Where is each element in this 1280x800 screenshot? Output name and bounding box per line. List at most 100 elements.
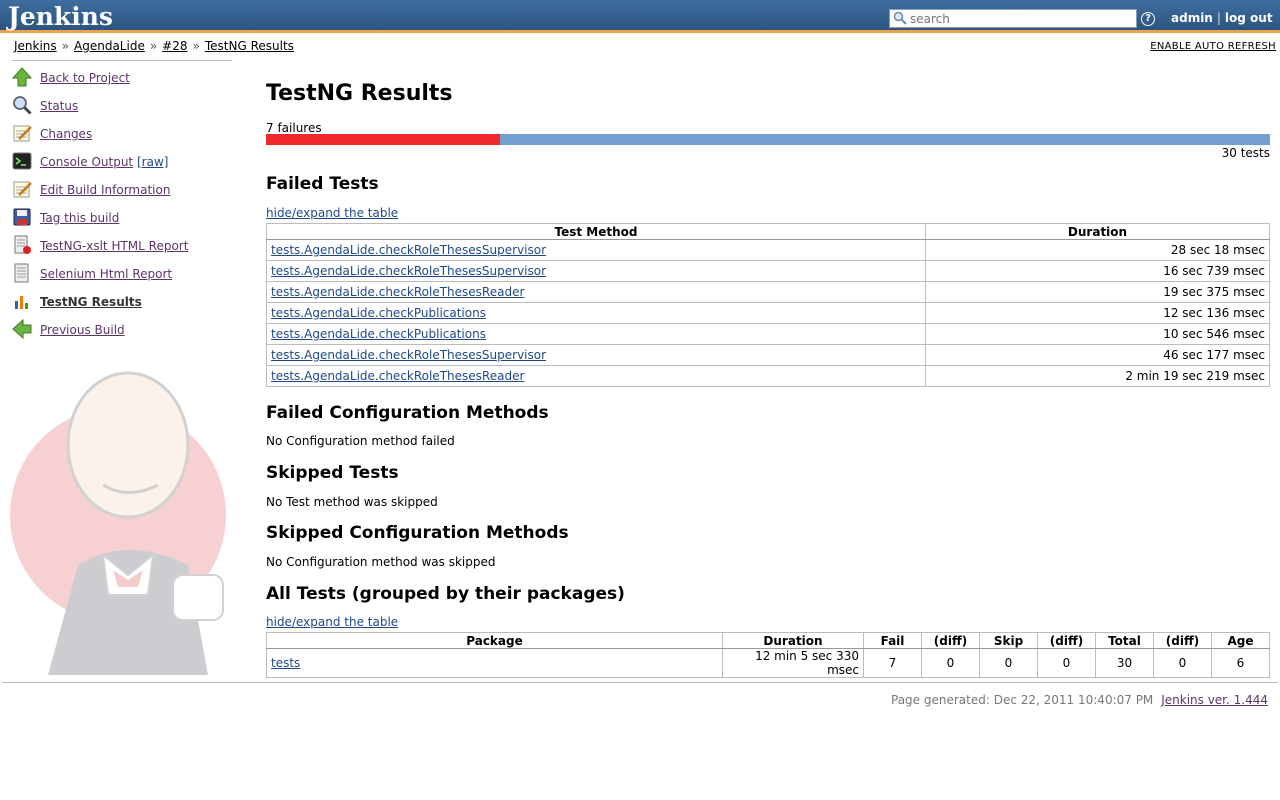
test-method-link[interactable]: tests.AgendaLide.checkRoleThesesReader [271,285,524,299]
toggle-packages-table-link[interactable]: hide/expand the table [266,615,398,629]
skipped-config-text: No Configuration method was skipped [266,555,496,569]
column-header: Duration [722,632,864,649]
sidebar-item-testng-xslt-html-report[interactable]: TestNG-xslt HTML Report [10,234,240,258]
all-tests-heading: All Tests (grouped by their packages) [266,584,625,604]
sidebar-item-label[interactable]: Edit Build Information [40,183,170,197]
sidebar-item-testng-results[interactable]: TestNG Results [10,290,240,314]
up-arrow-icon [12,67,32,87]
table-row: tests.AgendaLide.checkRoleThesesSupervis… [266,260,1270,282]
page-title: TestNG Results [266,81,453,106]
enable-auto-refresh-link[interactable]: ENABLE AUTO REFRESH [1150,41,1276,52]
test-method-cell: tests.AgendaLide.checkRoleThesesSupervis… [266,344,926,366]
breadcrumb-jenkins[interactable]: Jenkins [14,39,57,53]
user-link[interactable]: admin [1171,11,1213,25]
failed-tests-table: Test Method Duration tests.AgendaLide.ch… [266,223,1270,387]
breadcrumb-project[interactable]: AgendaLide [74,39,145,53]
duration-cell: 12 min 5 sec 330 msec [722,648,864,678]
test-method-cell: tests.AgendaLide.checkPublications [266,302,926,324]
sidebar-item-previous-build[interactable]: Previous Build [10,318,240,342]
sidebar-item-label[interactable]: TestNG Results [40,295,142,309]
sidebar-item-edit-build-information[interactable]: Edit Build Information [10,178,240,202]
sidebar-item-changes[interactable]: Changes [10,122,240,146]
jenkins-logo[interactable]: Jenkins [8,2,113,31]
test-result-bar [266,134,1270,145]
sidebar-item-label[interactable]: TestNG-xslt HTML Report [40,239,188,253]
logout-link[interactable]: log out [1225,11,1273,25]
table-row: tests.AgendaLide.checkPublications 10 sec… [266,323,1270,345]
jenkins-version-link[interactable]: Jenkins ver. 1.444 [1161,693,1268,707]
column-header: Test Method [266,223,926,240]
toggle-failed-table-link[interactable]: hide/expand the table [266,206,398,220]
test-method-cell: tests.AgendaLide.checkPublications [266,323,926,345]
test-method-link[interactable]: tests.AgendaLide.checkRoleThesesSupervis… [271,348,546,362]
table-row: tests.AgendaLide.checkPublications 12 sec… [266,302,1270,324]
breadcrumb-separator: » [192,39,200,53]
test-method-link[interactable]: tests.AgendaLide.checkRoleThesesReader [271,369,524,383]
table-row: tests.AgendaLide.checkRoleThesesReader 19… [266,281,1270,303]
jenkins-butler-icon [10,371,226,675]
notepad-icon [13,125,32,142]
search-box[interactable] [889,9,1137,28]
user-links: admin | log out [1171,11,1273,25]
fail-diff-cell: 0 [921,648,980,678]
failures-count: 7 failures [266,121,322,135]
age-cell: 6 [1211,648,1270,678]
sidebar-divider [12,60,232,61]
help-icon[interactable]: ? [1141,12,1155,26]
failed-portion [266,134,501,145]
notepad-icon [13,181,32,198]
sidebar-item-console-output[interactable]: Console Output [raw] [10,150,240,174]
sidebar-item-tag-this-build[interactable]: Tag this build [10,206,240,230]
breadcrumb-testng-results[interactable]: TestNG Results [205,39,294,53]
test-method-link[interactable]: tests.AgendaLide.checkRoleThesesSupervis… [271,264,546,278]
test-method-link[interactable]: tests.AgendaLide.checkPublications [271,327,486,341]
breadcrumb-build[interactable]: #28 [162,39,187,53]
sidebar-item-label[interactable]: Back to Project [40,71,130,85]
table-row: tests 12 min 5 sec 330 msec 7 0 0 0 30 0 6 [266,648,1270,678]
duration-cell: 19 sec 375 msec [925,281,1270,303]
table-row: tests.AgendaLide.checkRoleThesesSupervis… [266,239,1270,261]
test-method-cell: tests.AgendaLide.checkRoleThesesReader [266,365,926,387]
package-cell: tests [266,648,723,678]
sidebar-item-back-to-project[interactable]: Back to Project [10,66,240,90]
sidebar-item-label[interactable]: Changes [40,127,92,141]
duration-cell: 46 sec 177 msec [925,344,1270,366]
search-icon [893,11,907,25]
package-link[interactable]: tests [271,656,300,670]
sidebar-item-label[interactable]: Status [40,99,78,113]
duration-cell: 10 sec 546 msec [925,323,1270,345]
breadcrumb-separator: » [61,39,70,53]
table-row: tests.AgendaLide.checkRoleThesesReader 2 … [266,365,1270,387]
column-header: (diff) [921,632,980,649]
report-icon [14,235,31,254]
search-icon [13,96,32,115]
column-header: Fail [863,632,922,649]
total-diff-cell: 0 [1153,648,1212,678]
search-input[interactable] [910,11,1132,26]
fail-cell: 7 [863,648,922,678]
test-method-cell: tests.AgendaLide.checkRoleThesesReader [266,281,926,303]
sidebar-item-selenium-html-report[interactable]: Selenium Html Report [10,262,240,286]
terminal-icon [12,152,32,170]
sidebar-item-label[interactable]: Selenium Html Report [40,267,172,281]
test-method-cell: tests.AgendaLide.checkRoleThesesSupervis… [266,260,926,282]
sidebar-item-label[interactable]: Tag this build [40,211,119,225]
report-icon [14,263,29,283]
test-method-link[interactable]: tests.AgendaLide.checkPublications [271,306,486,320]
skipped-tests-heading: Skipped Tests [266,463,399,483]
breadcrumb: Jenkins » AgendaLide » #28 » TestNG Results [14,39,294,53]
user-links-separator: | [1216,11,1221,25]
skip-diff-cell: 0 [1037,648,1096,678]
console-raw-link[interactable]: [raw] [137,155,168,169]
sidebar-item-label[interactable]: Console Output [40,155,133,169]
column-header: Package [266,632,723,649]
duration-cell: 28 sec 18 msec [925,239,1270,261]
test-method-link[interactable]: tests.AgendaLide.checkRoleThesesSupervis… [271,243,546,257]
failed-config-text: No Configuration method failed [266,434,455,448]
duration-cell: 2 min 19 sec 219 msec [925,365,1270,387]
sidebar-item-label[interactable]: Previous Build [40,323,125,337]
total-cell: 30 [1095,648,1154,678]
column-header: Age [1211,632,1270,649]
skipped-config-heading: Skipped Configuration Methods [266,523,569,543]
sidebar-item-status[interactable]: Status [10,94,240,118]
